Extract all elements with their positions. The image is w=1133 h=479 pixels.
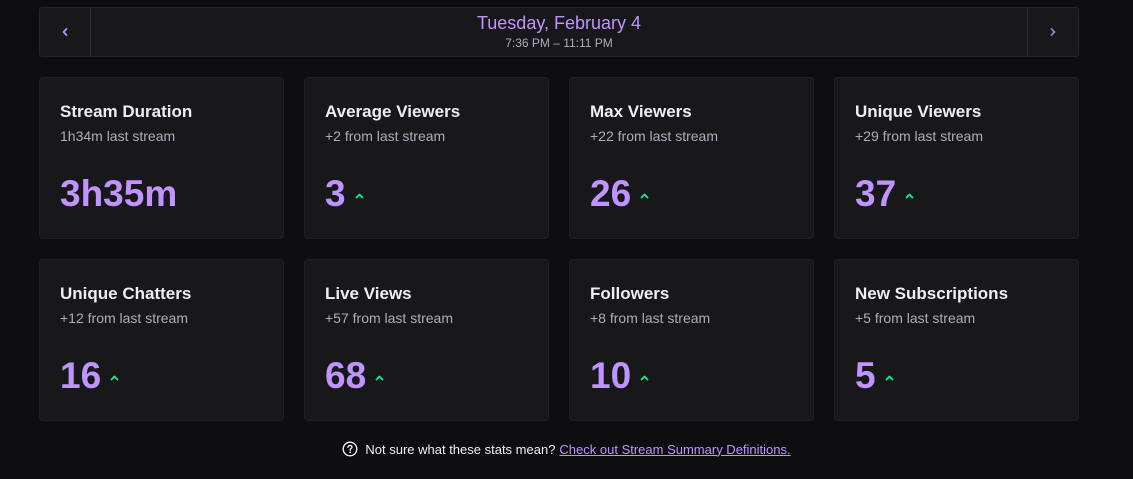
stat-comparison: 1h34m last stream [60,128,176,144]
stat-card-new-subscriptions: New Subscriptions +5 from last stream 5 [834,259,1079,421]
stat-comparison: +29 from last stream [855,128,983,144]
stat-comparison: +5 from last stream [855,310,976,326]
stat-title: Live Views [325,284,412,303]
trend-up-icon [375,375,384,381]
stat-value-row: 37 [855,172,914,216]
stat-value-row: 3h35m [60,172,177,216]
stats-grid: Stream Duration 1h34m last stream 3h35m … [39,77,1079,421]
stat-card-max-viewers: Max Viewers +22 from last stream 26 [569,77,814,239]
previous-stream-button[interactable] [40,8,91,56]
trend-up-icon [640,375,649,381]
stat-card-average-viewers: Average Viewers +2 from last stream 3 [304,77,549,239]
trend-up-icon [885,375,893,381]
trend-up-icon [640,193,649,199]
stat-comparison: +2 from last stream [325,128,446,144]
stat-comparison: +57 from last stream [325,310,453,326]
stat-title: New Subscriptions [855,284,1009,303]
chevron-left-icon [62,28,68,36]
stream-date: Tuesday, February 4 [476,13,642,33]
help-circle-icon [342,441,358,457]
stat-value-row: 16 [60,354,119,398]
trend-up-icon [110,375,119,381]
stat-value: 16 [60,355,102,396]
stat-value: 68 [325,355,367,396]
stat-value: 26 [590,173,632,214]
stat-card-followers: Followers +8 from last stream 10 [569,259,814,421]
date-navigator: Tuesday, February 4 7:36 PM – 11:11 PM [39,7,1079,57]
stat-card-live-views: Live Views +57 from last stream 68 [304,259,549,421]
stat-title: Unique Viewers [855,102,982,121]
stat-value: 5 [855,355,876,396]
stat-value-row: 26 [590,172,649,216]
stat-value-row: 5 [855,354,894,398]
trend-up-icon [355,193,363,199]
stat-value-row: 68 [325,354,384,398]
stat-card-unique-chatters: Unique Chatters +12 from last stream 16 [39,259,284,421]
stat-value: 3 [325,173,346,214]
stat-title: Unique Chatters [60,284,192,303]
stat-title: Max Viewers [590,102,692,121]
stat-comparison: +22 from last stream [590,128,718,144]
stat-value: 10 [590,355,632,396]
stat-title: Average Viewers [325,102,461,121]
stat-comparison: +8 from last stream [590,310,711,326]
stat-title: Followers [590,284,670,303]
trend-up-icon [905,193,914,199]
stat-card-stream-duration: Stream Duration 1h34m last stream 3h35m [39,77,284,239]
stream-summary-definitions-link[interactable]: Check out Stream Summary Definitions. [559,442,790,457]
stat-value: 37 [855,173,897,214]
stat-title: Stream Duration [60,102,193,121]
stat-value-row: 3 [325,172,364,216]
stat-value: 3h35m [60,173,178,214]
stream-time-range: 7:36 PM – 11:11 PM [505,36,613,50]
stats-help-footer: Not sure what these stats mean? Check ou… [0,441,1133,457]
stat-comparison: +12 from last stream [60,310,188,326]
stat-card-unique-viewers: Unique Viewers +29 from last stream 37 [834,77,1079,239]
date-display: Tuesday, February 4 7:36 PM – 11:11 PM [91,8,1027,56]
chevron-right-icon [1050,28,1056,36]
help-text: Not sure what these stats mean? [365,441,556,457]
next-stream-button[interactable] [1027,8,1078,56]
stat-value-row: 10 [590,354,649,398]
